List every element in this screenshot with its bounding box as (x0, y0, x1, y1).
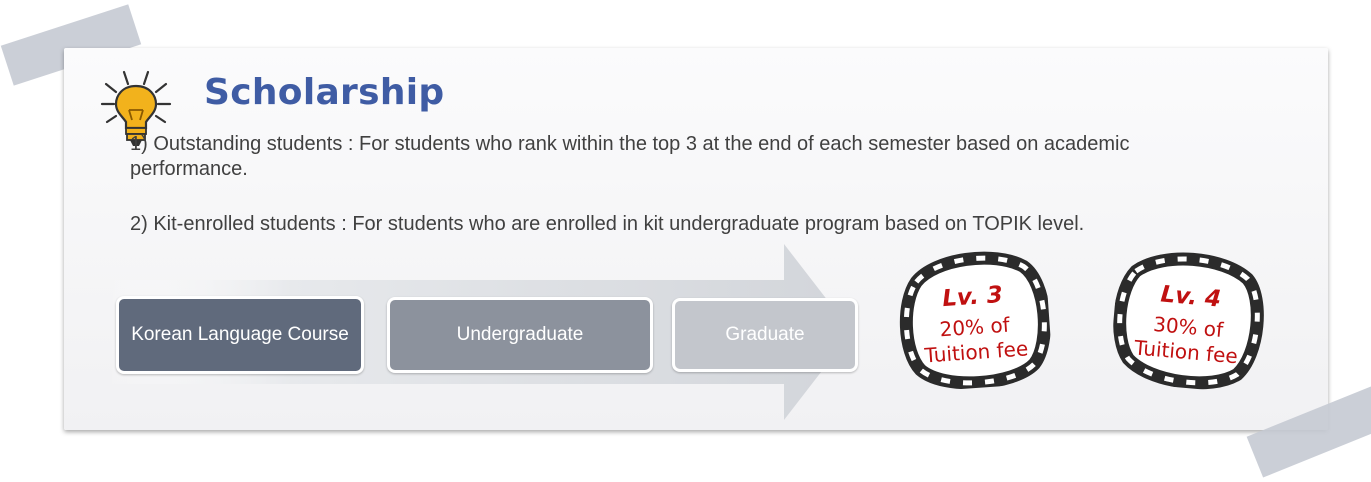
stage-undergraduate: Undergraduate (387, 297, 653, 373)
badge-level-3: Lv. 3 20% of Tuition fee (894, 243, 1053, 393)
scholarship-card: Scholarship 1) Outstanding students : Fo… (64, 48, 1328, 430)
stage-graduate: Graduate (672, 298, 858, 372)
badge-level-4: Lv. 4 30% of Tuition fee (1108, 242, 1270, 395)
stage-korean-language-course: Korean Language Course (116, 296, 364, 374)
